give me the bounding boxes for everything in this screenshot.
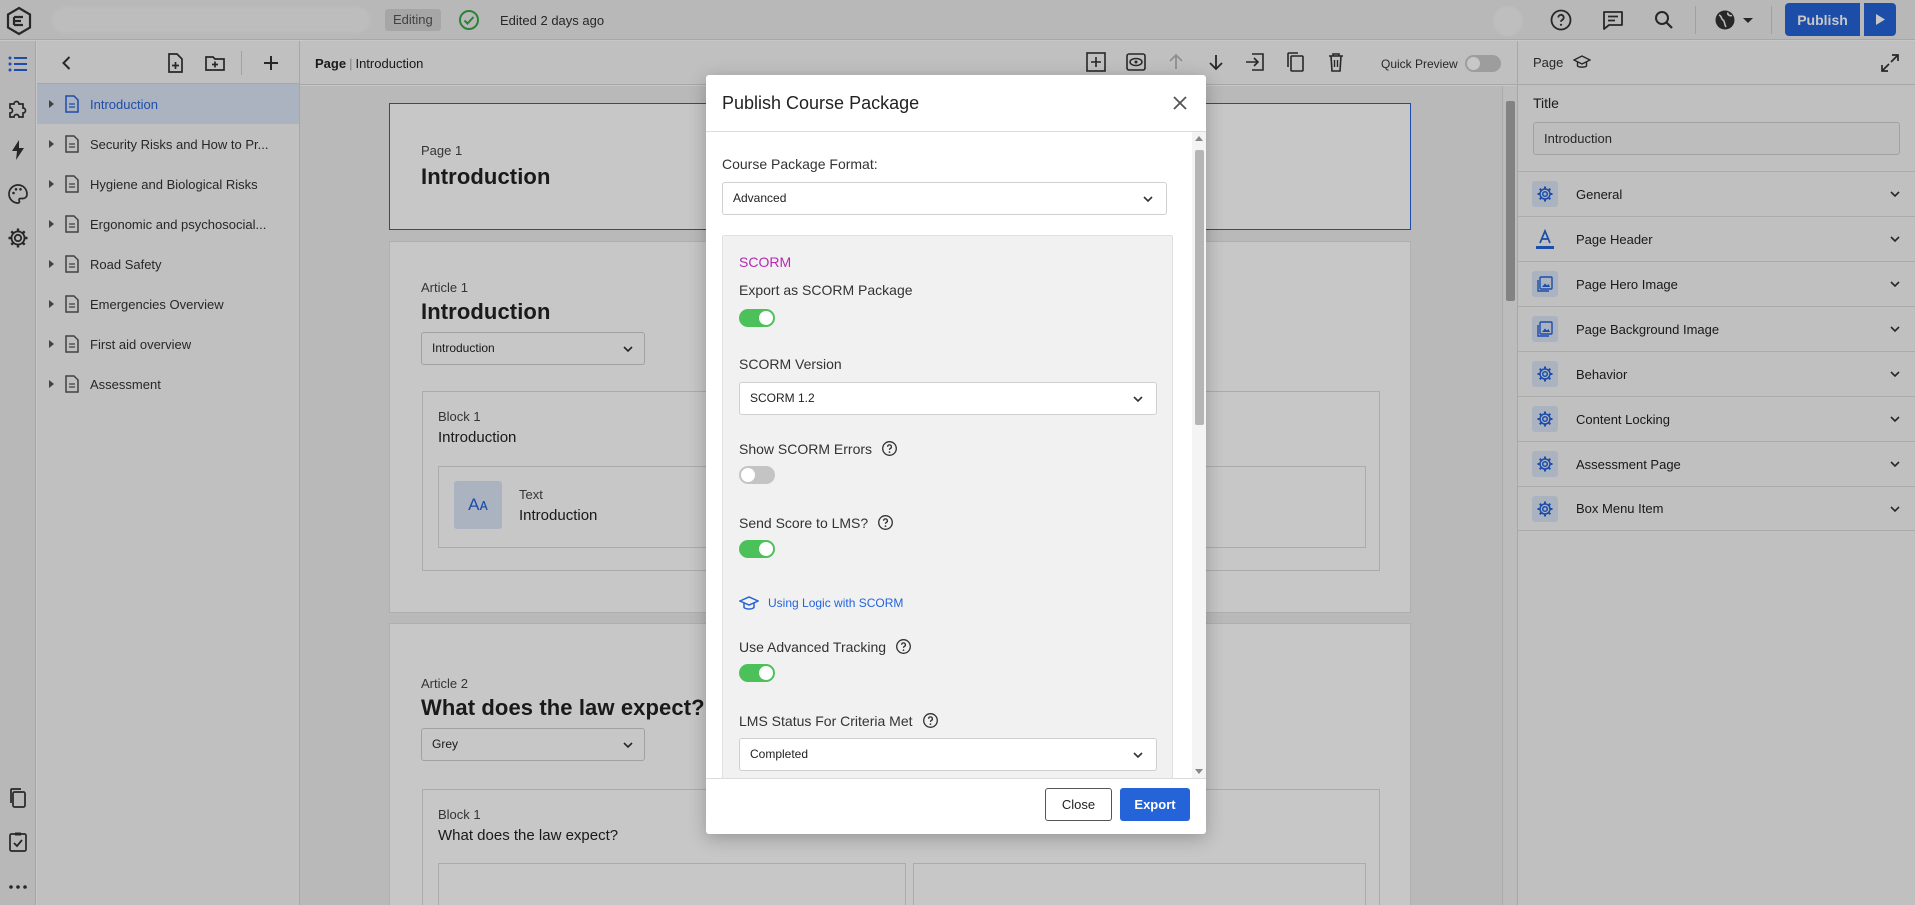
chevron-down-icon	[1133, 396, 1143, 403]
dialog-header: Publish Course Package	[706, 75, 1206, 132]
help-icon[interactable]	[922, 712, 939, 729]
format-label: Course Package Format:	[722, 156, 878, 172]
send-score-toggle[interactable]	[739, 540, 775, 558]
lms-status-label: LMS Status For Criteria Met	[739, 712, 939, 729]
scorm-version-label: SCORM Version	[739, 356, 842, 372]
help-icon[interactable]	[881, 440, 898, 457]
format-select[interactable]: Advanced	[722, 182, 1167, 215]
send-score-label: Send Score to LMS?	[739, 514, 894, 531]
scorm-settings-section: SCORM Export as SCORM Package SCORM Vers…	[722, 235, 1173, 778]
help-icon[interactable]	[895, 638, 912, 655]
format-value: Advanced	[733, 191, 787, 205]
advanced-tracking-toggle[interactable]	[739, 664, 775, 682]
scorm-version-select[interactable]: SCORM 1.2	[739, 382, 1157, 415]
dialog-title: Publish Course Package	[722, 93, 920, 113]
export-scorm-toggle[interactable]	[739, 309, 775, 327]
dialog-body: Course Package Format: Advanced SCORM Ex…	[706, 132, 1206, 778]
advanced-tracking-label: Use Advanced Tracking	[739, 638, 912, 655]
graduation-cap-icon	[739, 596, 759, 610]
show-errors-label: Show SCORM Errors	[739, 440, 898, 457]
scorm-logic-link[interactable]: Using Logic with SCORM	[739, 593, 903, 613]
help-icon[interactable]	[877, 514, 894, 531]
lms-status-select[interactable]: Completed	[739, 738, 1157, 771]
publish-dialog: Publish Course Package Course Package Fo…	[706, 75, 1206, 834]
scroll-up-arrow-icon[interactable]	[1195, 136, 1203, 141]
scorm-heading: SCORM	[739, 254, 792, 270]
chevron-down-icon	[1133, 752, 1143, 759]
chevron-down-icon	[1143, 196, 1153, 203]
dialog-footer: Close Export	[706, 778, 1206, 834]
scroll-down-arrow-icon[interactable]	[1195, 769, 1203, 774]
export-button[interactable]: Export	[1120, 788, 1190, 821]
close-icon[interactable]	[1170, 93, 1190, 113]
scorm-version-value: SCORM 1.2	[750, 391, 815, 405]
close-button[interactable]: Close	[1045, 788, 1112, 821]
lms-status-value: Completed	[750, 747, 809, 761]
dialog-scrollbar[interactable]	[1192, 132, 1206, 778]
show-errors-toggle[interactable]	[739, 466, 775, 484]
export-scorm-label: Export as SCORM Package	[739, 282, 913, 298]
